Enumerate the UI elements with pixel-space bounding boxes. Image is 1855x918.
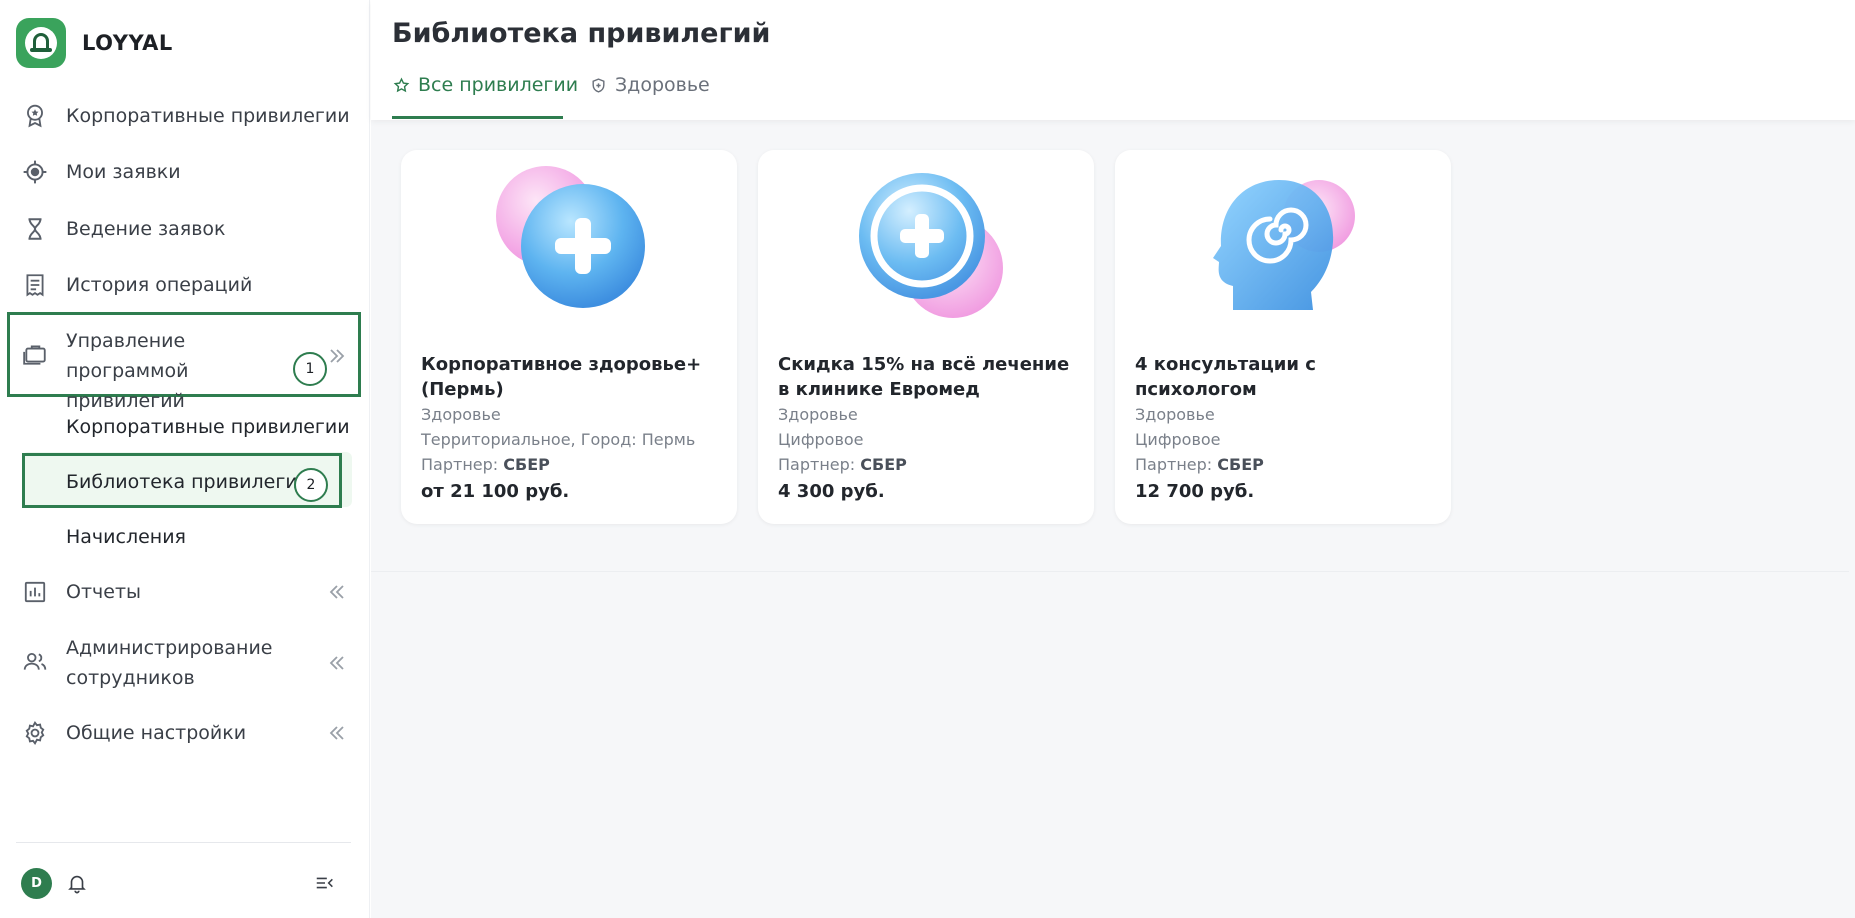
partner-label: Партнер: xyxy=(421,455,499,474)
card-price: от 21 100 руб. xyxy=(421,481,570,502)
partner-name: СБЕР xyxy=(503,455,550,474)
card-partner: Партнер: СБЕР xyxy=(421,452,721,477)
sidebar-subitem-privilege-library[interactable]: Библиотека привилегий xyxy=(66,471,310,493)
receipt-icon xyxy=(20,270,50,300)
annotation-badge-2: 2 xyxy=(294,468,328,502)
card-category: Здоровье xyxy=(1135,405,1215,424)
sidebar-item-general-settings[interactable]: Общие настройки xyxy=(20,718,246,748)
card-body: 4 консультации с психологом Здоровье Циф… xyxy=(1135,352,1435,505)
privilege-card[interactable]: Корпоративное здоровье+ (Пермь) Здоровье… xyxy=(401,150,737,524)
divider xyxy=(16,842,351,843)
privilege-card[interactable]: 4 консультации с психологом Здоровье Циф… xyxy=(1115,150,1451,524)
medical-plus-circle-icon xyxy=(758,158,1094,318)
star-icon xyxy=(393,76,410,92)
hourglass-icon xyxy=(20,214,50,244)
card-price: 12 700 руб. xyxy=(1135,481,1255,502)
chart-icon xyxy=(20,577,50,607)
bell-icon[interactable] xyxy=(66,872,88,894)
partner-name: СБЕР xyxy=(1217,455,1264,474)
shield-icon xyxy=(592,77,605,93)
card-category: Здоровье xyxy=(421,405,501,424)
sidebar-item-reports[interactable]: Отчеты xyxy=(20,577,141,607)
card-title: Скидка 15% на всё лечение в клинике Евро… xyxy=(778,354,1070,400)
sidebar-item-label: Мои заявки xyxy=(66,161,181,183)
partner-name: СБЕР xyxy=(860,455,907,474)
sidebar-subitem-accruals[interactable]: Начисления xyxy=(66,526,186,548)
sidebar-item-label: Управление программой привилегий xyxy=(66,330,189,412)
sidebar-item-label: Отчеты xyxy=(66,581,142,603)
sidebar-item-label: История операций xyxy=(66,274,253,296)
sidebar-item-employee-admin[interactable]: Администрирование сотрудников xyxy=(20,633,296,693)
card-type: Территориальное, Город: Пермь xyxy=(421,430,696,449)
card-price: 4 300 руб. xyxy=(778,481,885,502)
card-body: Корпоративное здоровье+ (Пермь) Здоровье… xyxy=(421,352,721,505)
sidebar-item-program-management[interactable]: Управление программой привилегий xyxy=(20,326,306,416)
logo-icon xyxy=(16,18,66,68)
collapse-sidebar-icon[interactable] xyxy=(314,872,336,894)
sidebar-subitem-corporate-privileges[interactable]: Корпоративные привилегии xyxy=(66,416,350,438)
app-logo[interactable]: LOYYAL xyxy=(16,18,173,68)
active-tab-indicator xyxy=(392,116,563,119)
users-icon xyxy=(20,647,50,677)
head-spiral-icon xyxy=(1115,158,1451,318)
tab-label: Здоровье xyxy=(615,74,710,96)
sidebar-item-request-management[interactable]: Ведение заявок xyxy=(20,214,226,244)
annotation-badge-1: 1 xyxy=(293,352,327,386)
main-content: Библиотека привилегий Все привилегии Здо… xyxy=(371,0,1855,918)
card-title: Корпоративное здоровье+ (Пермь) xyxy=(421,354,702,400)
card-partner: Партнер: СБЕР xyxy=(1135,452,1435,477)
chevron-left-double-icon[interactable] xyxy=(325,580,349,604)
card-title: 4 консультации с психологом xyxy=(1135,354,1316,400)
badge-star-icon xyxy=(20,101,50,131)
card-type: Цифровое xyxy=(1135,430,1221,449)
privilege-card[interactable]: Скидка 15% на всё лечение в клинике Евро… xyxy=(758,150,1094,524)
chevron-right-double-icon[interactable] xyxy=(325,344,349,368)
sidebar-item-label: Корпоративные привилегии xyxy=(66,105,350,127)
partner-label: Партнер: xyxy=(1135,455,1213,474)
tab-health[interactable]: Здоровье xyxy=(590,74,710,96)
tab-label: Все привилегии xyxy=(418,74,579,96)
gear-icon xyxy=(20,718,50,748)
sidebar: LOYYAL Корпоративные привилегии Мои заяв… xyxy=(0,0,370,918)
sidebar-item-label: Ведение заявок xyxy=(66,218,226,240)
tab-all-privileges[interactable]: Все привилегии xyxy=(393,74,578,96)
page-title: Библиотека привилегий xyxy=(392,18,771,49)
avatar[interactable]: D xyxy=(21,868,52,899)
partner-label: Партнер: xyxy=(778,455,856,474)
chevron-left-double-icon[interactable] xyxy=(325,651,349,675)
sidebar-item-my-requests[interactable]: Мои заявки xyxy=(20,157,181,187)
chevron-left-double-icon[interactable] xyxy=(325,721,349,745)
sidebar-item-operations-history[interactable]: История операций xyxy=(20,270,252,300)
medical-plus-bubble-icon xyxy=(401,158,737,318)
card-body: Скидка 15% на всё лечение в клинике Евро… xyxy=(778,352,1078,505)
briefcase-icon xyxy=(20,339,50,369)
sidebar-item-label: Общие настройки xyxy=(66,722,247,744)
sidebar-item-label: Администрирование сотрудников xyxy=(66,637,273,689)
card-type: Цифровое xyxy=(778,430,864,449)
target-icon xyxy=(20,157,50,187)
card-category: Здоровье xyxy=(778,405,858,424)
page-header: Библиотека привилегий Все привилегии Здо… xyxy=(371,0,1855,120)
sidebar-item-corporate-privileges[interactable]: Корпоративные привилегии xyxy=(20,101,350,131)
card-partner: Партнер: СБЕР xyxy=(778,452,1078,477)
app-name: LOYYAL xyxy=(82,31,173,55)
